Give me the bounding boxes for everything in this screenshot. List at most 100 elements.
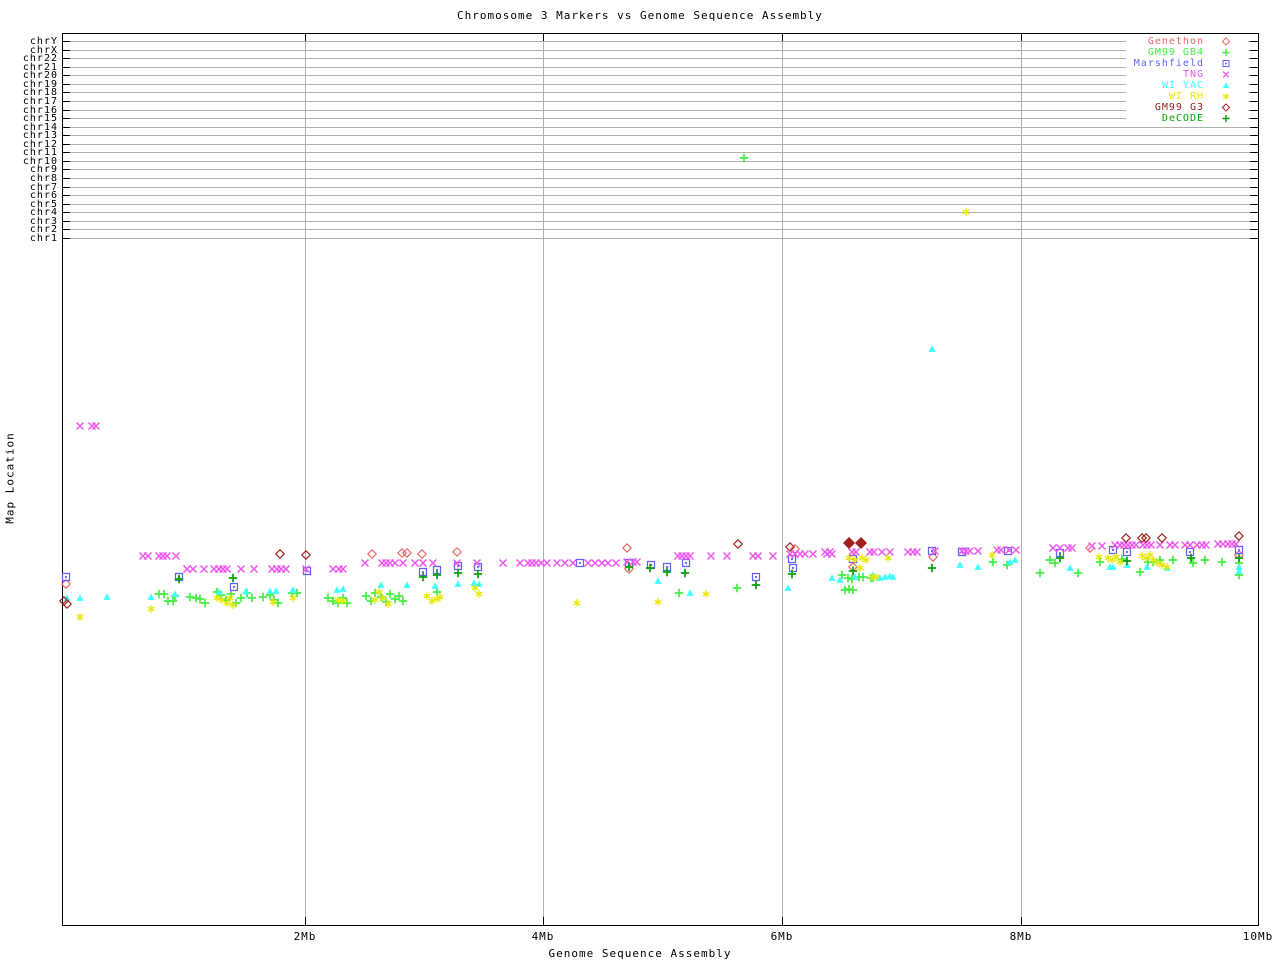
legend-item: Marshfield [1126, 58, 1248, 69]
row-labels: chrY chrX chr22 chr21 chr20 chr19 chr18 chr17 ch… [0, 0, 58, 300]
data-point [475, 580, 483, 587]
data-point [272, 587, 280, 594]
legend-item: DeCODE [1126, 113, 1248, 124]
data-point [912, 547, 922, 557]
data-point [825, 547, 835, 557]
data-point [398, 596, 408, 606]
data-point [956, 561, 964, 568]
legend: Genethon GM99 GB4 Marshfield TNG WI YAC WI RH… [1126, 36, 1248, 124]
data-point [784, 584, 792, 591]
data-point-dot [435, 568, 439, 572]
data-point [76, 594, 84, 601]
data-point [1222, 93, 1230, 100]
data-point-dot [665, 565, 669, 569]
x-axis-title: Genome Sequence Assembly [548, 947, 732, 960]
data-point [200, 598, 210, 608]
data-point [973, 546, 983, 556]
data-point [1170, 540, 1180, 550]
data-point [568, 558, 578, 568]
data-point-dot [232, 585, 236, 589]
data-point-dot [64, 575, 68, 579]
data-point [654, 577, 662, 584]
data-point [590, 558, 600, 568]
data-point [143, 551, 153, 561]
data-point-dot [930, 549, 934, 553]
legend-marker-icon [1204, 69, 1248, 80]
legend-marker-icon [1204, 113, 1248, 124]
data-point-dot [790, 557, 794, 561]
data-point-dot [1237, 548, 1241, 552]
data-point [1188, 558, 1198, 568]
data-point [236, 593, 246, 603]
data-point [768, 551, 778, 561]
data-point [1095, 557, 1105, 567]
data-point [281, 564, 291, 574]
data-point [732, 583, 742, 593]
data-point-dot [1125, 550, 1129, 554]
legend-marker [1221, 37, 1231, 46]
data-point [416, 548, 428, 560]
data-point [171, 551, 181, 561]
legend-marker [1222, 60, 1230, 67]
data-point-dot [578, 561, 582, 565]
data-point-dot [1111, 548, 1115, 552]
legend-item: GM99 G3 [1126, 102, 1248, 113]
data-point [1035, 568, 1045, 578]
data-point-dot [684, 561, 688, 565]
data-point-dot [791, 566, 795, 570]
data-point-dot [421, 570, 425, 574]
data-point [515, 558, 525, 568]
data-point [76, 613, 84, 621]
data-point [732, 538, 744, 550]
data-point [1221, 37, 1231, 46]
data-point [800, 549, 810, 559]
data-point [808, 549, 818, 559]
data-point [162, 551, 172, 561]
data-point-dot [754, 575, 758, 579]
legend-marker [1221, 103, 1231, 112]
x-tick-label: 6Mb [770, 930, 794, 943]
data-point [751, 580, 761, 590]
data-point [410, 558, 420, 568]
data-point [199, 564, 209, 574]
x-tick-label: 10Mb [1242, 930, 1274, 943]
data-point [428, 558, 438, 568]
data-point [884, 554, 892, 562]
data-point [423, 592, 431, 600]
data-point [1233, 530, 1245, 542]
legend-item: GM99 GB4 [1126, 47, 1248, 58]
data-point [1217, 557, 1227, 567]
data-point [1201, 540, 1211, 550]
data-point [840, 585, 850, 595]
data-point [603, 558, 613, 568]
legend-label: TNG [1182, 69, 1204, 80]
data-point [454, 580, 462, 587]
data-point [188, 564, 198, 574]
data-point [842, 536, 856, 550]
data-point [377, 581, 385, 588]
data-point [844, 584, 854, 594]
data-point [996, 545, 1006, 555]
data-point-dot [1225, 62, 1227, 65]
data-point [159, 589, 169, 599]
x-tick-label: 4Mb [531, 930, 555, 943]
series-gm99-g3 [58, 530, 1245, 610]
legend-marker [1222, 71, 1230, 78]
data-point [91, 421, 101, 431]
x-tick-label: 2Mb [293, 930, 317, 943]
data-point [848, 585, 858, 595]
data-point [1135, 567, 1145, 577]
legend-item: WI RH [1126, 91, 1248, 102]
legend-item: Genethon [1126, 36, 1248, 47]
data-point [621, 542, 633, 554]
data-point [185, 592, 195, 602]
legend-marker [1222, 48, 1230, 57]
data-point [289, 594, 297, 602]
data-point [722, 551, 732, 561]
data-point [680, 568, 690, 578]
data-point [1222, 48, 1230, 57]
series-wi-yac [63, 345, 1243, 601]
legend-marker [1222, 93, 1230, 100]
data-point [1087, 541, 1097, 551]
data-point [390, 558, 400, 568]
